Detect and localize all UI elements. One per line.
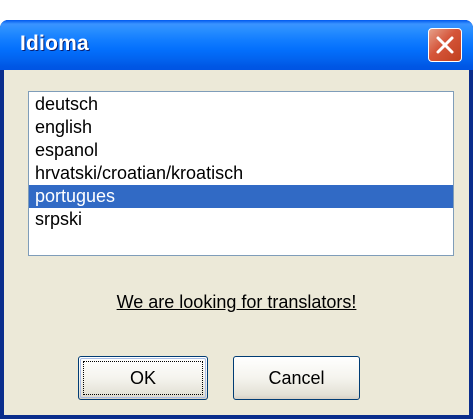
ok-button-label: OK [129,368,156,388]
language-option-hrvatski[interactable]: hrvatski/croatian/kroatisch [29,162,453,185]
dialog-content: deutsch english espanol hrvatski/croatia… [4,70,469,415]
cancel-button-label: Cancel [268,368,325,388]
close-icon [436,36,454,54]
title-bar[interactable]: Idioma [0,20,473,70]
window-title: Idioma [20,32,89,55]
dialog-window: Idioma deutsch english espanol hrvatski/… [0,20,473,419]
language-option-deutsch[interactable]: deutsch [29,93,453,116]
language-option-srpski[interactable]: srpski [29,208,453,231]
language-listbox[interactable]: deutsch english espanol hrvatski/croatia… [28,91,454,256]
language-option-portugues[interactable]: portugues [29,185,453,208]
translators-link-row: We are looking for translators! [4,292,469,313]
translators-link[interactable]: We are looking for translators! [117,292,357,312]
language-option-espanol[interactable]: espanol [29,139,453,162]
cancel-button[interactable]: Cancel [233,356,360,400]
language-option-english[interactable]: english [29,116,453,139]
close-button[interactable] [428,28,462,62]
ok-button[interactable]: OK [78,356,208,400]
